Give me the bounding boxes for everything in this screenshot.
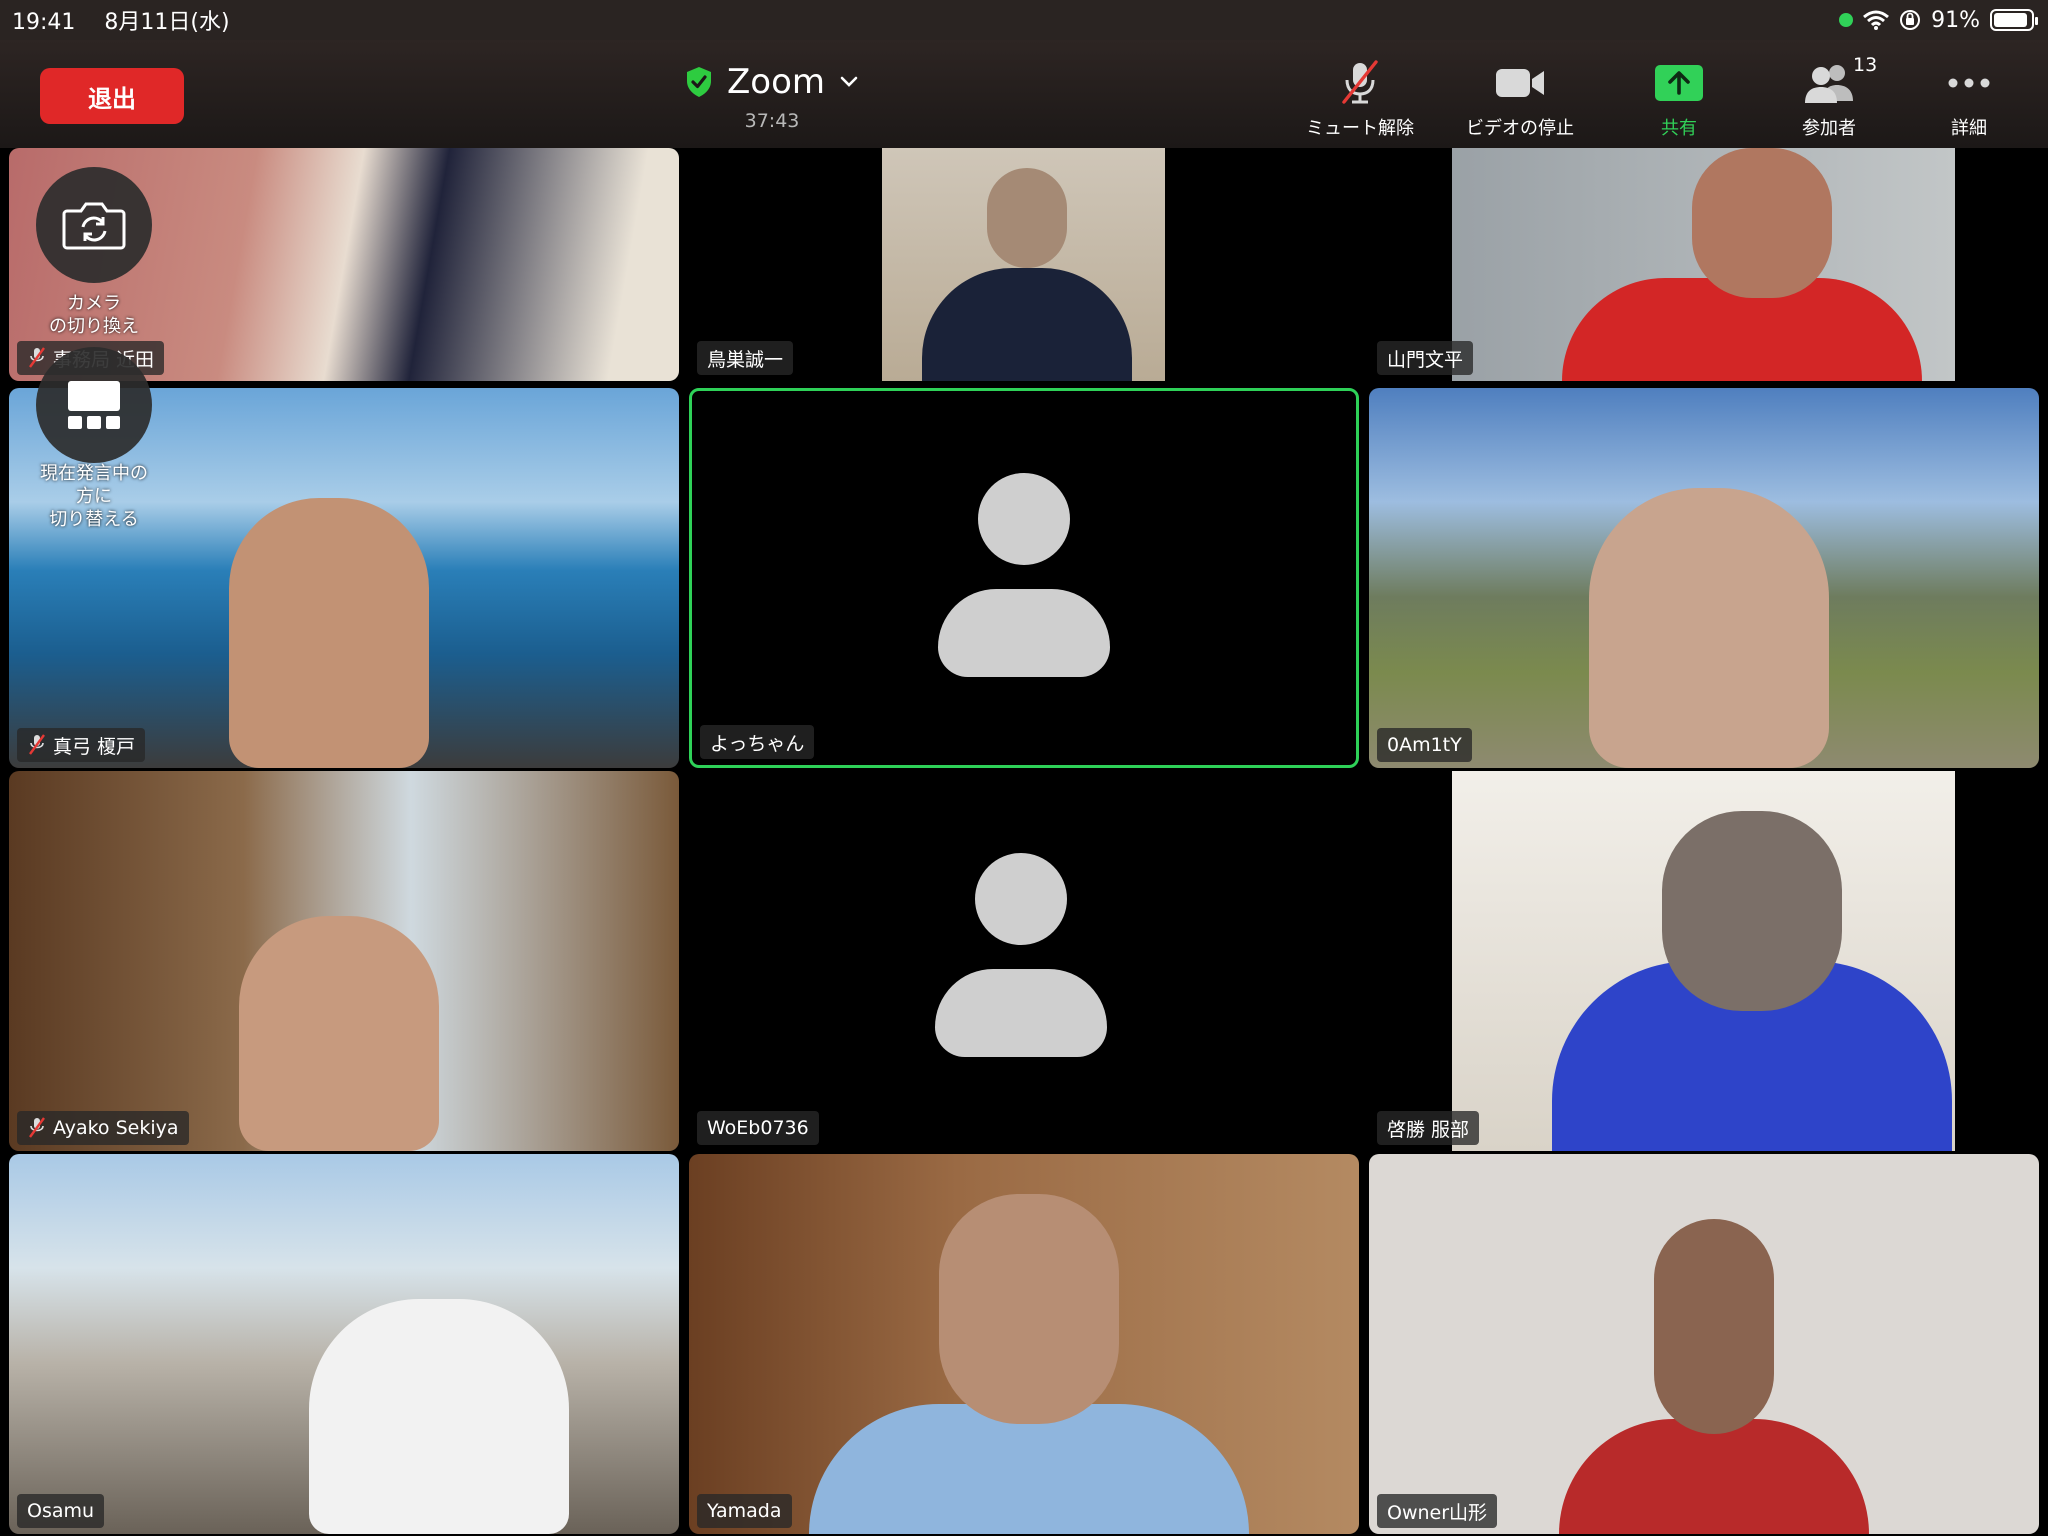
avatar-head xyxy=(975,853,1067,945)
microphone-muted-icon xyxy=(29,734,45,755)
participant-name-tag: よっちゃん xyxy=(700,725,815,759)
video-feed-person xyxy=(309,1299,569,1534)
share-button[interactable]: 共有 xyxy=(1614,60,1744,140)
participant-name-tag: 山門文平 xyxy=(1377,341,1474,375)
video-feed xyxy=(1452,148,1955,381)
participant-tile[interactable]: WoEb0736 xyxy=(689,771,1359,1151)
participant-name: 啓勝 服部 xyxy=(1387,1118,1470,1141)
status-bar: 19:41 8月11日(水) 91% xyxy=(0,0,2048,40)
microphone-muted-icon xyxy=(29,1117,45,1138)
participant-name: WoEb0736 xyxy=(707,1117,809,1139)
switch-camera-label: カメラ の切り換え xyxy=(49,293,139,337)
participant-name: 山門文平 xyxy=(1387,348,1464,371)
participant-name-tag: 0Am1tY xyxy=(1377,728,1472,762)
participant-name: Osamu xyxy=(27,1500,95,1522)
status-date: 8月11日(水) xyxy=(104,10,230,35)
camera-in-use-indicator xyxy=(1839,13,1854,27)
video-feed-person xyxy=(239,916,439,1151)
participant-tile[interactable]: Yamada xyxy=(689,1154,1359,1534)
video-camera-icon xyxy=(1496,69,1544,97)
participant-tile[interactable]: Owner山形 xyxy=(1369,1154,2039,1534)
participant-tile[interactable]: 啓勝 服部 xyxy=(1369,771,2039,1151)
share-arrow-icon xyxy=(1655,65,1703,101)
participant-name: Ayako Sekiya xyxy=(53,1117,179,1139)
video-feed-face xyxy=(939,1194,1119,1424)
chevron-down-icon xyxy=(840,76,858,87)
participant-name-tag: 真弓 榎戸 xyxy=(17,728,146,762)
stop-video-button[interactable]: ビデオの停止 xyxy=(1455,60,1585,140)
shield-check-icon xyxy=(686,67,711,97)
avatar-head xyxy=(978,473,1070,565)
meeting-toolbar: 退出 Zoom 37:43 ミュート解除 ビデオの停止 共有 13 参加者 詳細 xyxy=(0,40,2048,148)
participant-name-tag: Owner山形 xyxy=(1377,1494,1498,1528)
participant-name: 鳥巣誠一 xyxy=(707,348,784,371)
status-time: 19:41 xyxy=(12,10,76,35)
participant-name-tag: WoEb0736 xyxy=(697,1111,819,1145)
participant-name: Owner山形 xyxy=(1387,1501,1488,1524)
video-feed-face xyxy=(1662,811,1842,1011)
participants-icon xyxy=(1805,65,1853,103)
speaker-view-icon xyxy=(68,381,120,429)
video-feed-person xyxy=(229,498,429,768)
unmute-label: ミュート解除 xyxy=(1306,118,1414,139)
meeting-info[interactable]: Zoom 37:43 xyxy=(672,62,872,132)
participant-name: Yamada xyxy=(707,1500,782,1522)
microphone-muted-icon xyxy=(1342,60,1378,104)
video-feed-face xyxy=(1654,1219,1774,1434)
meeting-timer: 37:43 xyxy=(744,110,800,132)
participants-count: 13 xyxy=(1853,54,1878,76)
participant-name-tag: Osamu xyxy=(17,1494,105,1528)
participant-name: 真弓 榎戸 xyxy=(53,735,136,758)
avatar-body xyxy=(938,589,1110,677)
battery-icon xyxy=(1990,9,2038,31)
participant-name-tag: 鳥巣誠一 xyxy=(697,341,794,375)
participants-label: 参加者 xyxy=(1802,118,1856,139)
switch-camera-button[interactable] xyxy=(36,167,152,283)
participant-tile[interactable]: 0Am1tY xyxy=(1369,388,2039,768)
battery-fill xyxy=(1994,13,2027,27)
more-dots-icon xyxy=(1948,78,1990,88)
video-feed-face xyxy=(987,168,1067,268)
participant-tile[interactable]: Osamu xyxy=(9,1154,679,1534)
participant-name-tag: 啓勝 服部 xyxy=(1377,1111,1480,1145)
participant-name: よっちゃん xyxy=(710,732,805,755)
wifi-icon xyxy=(1863,10,1890,30)
avatar-body xyxy=(935,969,1107,1057)
more-button[interactable]: 詳細 xyxy=(1904,60,2034,140)
unmute-button[interactable]: ミュート解除 xyxy=(1295,60,1425,140)
video-feed-person xyxy=(1559,1419,1869,1534)
stop-video-label: ビデオの停止 xyxy=(1466,118,1574,139)
camera-switch-icon xyxy=(62,202,126,250)
video-feed-person xyxy=(1589,488,1829,768)
microphone-muted-icon xyxy=(29,347,45,368)
switch-view-label: 現在発言中の 方に 切り替える xyxy=(40,463,148,530)
video-feed-face xyxy=(1692,148,1832,298)
switch-view-button[interactable] xyxy=(36,347,152,463)
battery-percent: 91% xyxy=(1931,7,1980,33)
leave-button[interactable]: 退出 xyxy=(40,68,184,124)
orientation-lock-icon xyxy=(1900,10,1921,30)
participant-name: 0Am1tY xyxy=(1387,734,1462,756)
share-label: 共有 xyxy=(1661,118,1697,139)
participant-name-tag: Ayako Sekiya xyxy=(17,1111,189,1145)
participants-button[interactable]: 13 参加者 xyxy=(1764,54,1894,140)
participant-tile-active-speaker[interactable]: よっちゃん xyxy=(689,388,1359,768)
more-label: 詳細 xyxy=(1951,118,1987,139)
participant-tile[interactable]: 鳥巣誠一 xyxy=(689,148,1359,381)
participant-tile[interactable]: Ayako Sekiya xyxy=(9,771,679,1151)
video-feed xyxy=(1452,771,1955,1151)
video-feed-person xyxy=(922,268,1132,381)
video-feed xyxy=(882,148,1165,381)
participant-name-tag: Yamada xyxy=(697,1494,792,1528)
participant-tile[interactable]: 山門文平 xyxy=(1369,148,2039,381)
meeting-title: Zoom xyxy=(726,62,825,102)
